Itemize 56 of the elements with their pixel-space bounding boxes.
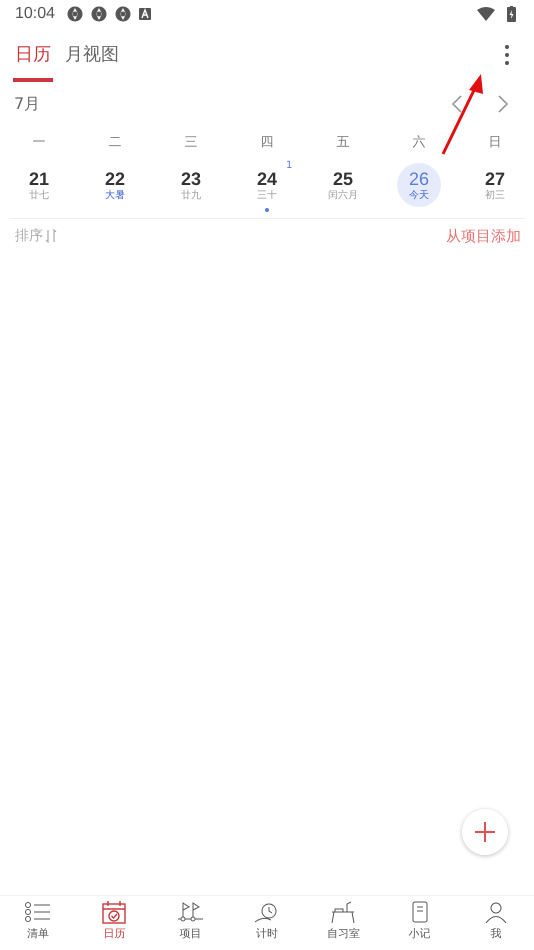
- lunar-date: 初三: [485, 188, 505, 202]
- weekday-label: 五: [336, 134, 350, 151]
- day-cell[interactable]: 21 廿七: [17, 163, 61, 207]
- lunar-date: 大暑: [105, 188, 125, 202]
- day-number: 27: [484, 168, 506, 188]
- weekday-label: 日: [488, 134, 502, 151]
- weekday-label: 三: [184, 134, 198, 151]
- nav-item[interactable]: 日历: [76, 896, 153, 950]
- add-button[interactable]: [462, 809, 508, 855]
- status-time: 10:04: [15, 5, 56, 23]
- notification-icon: [115, 6, 132, 22]
- battery-icon: [507, 6, 516, 22]
- day-cell[interactable]: 23 廿九: [169, 163, 213, 207]
- nav-item[interactable]: 计时: [228, 896, 306, 950]
- tab[interactable]: 日历: [13, 38, 53, 82]
- nav-item[interactable]: 小记: [381, 896, 458, 950]
- day-cell[interactable]: 26 今天: [397, 163, 441, 207]
- nav-item[interactable]: 自习室: [305, 896, 382, 950]
- month-label: 7月: [14, 94, 40, 114]
- day-number: 24: [256, 168, 278, 188]
- calendar-icon: [100, 900, 128, 924]
- wifi-icon: [477, 7, 495, 21]
- notification-icon: [67, 6, 84, 22]
- lunar-date: 三十: [257, 188, 277, 202]
- next-icon[interactable]: [498, 95, 508, 113]
- weekday-label: 六: [412, 134, 426, 151]
- lunar-date: 今天: [409, 188, 429, 202]
- day-number: 22: [104, 168, 126, 188]
- nav-item[interactable]: 清单: [0, 896, 76, 950]
- lunar-date: 廿七: [29, 188, 49, 202]
- weekday-label: 四: [260, 134, 274, 151]
- nav-item[interactable]: 我: [458, 896, 534, 950]
- nav-item[interactable]: 项目: [152, 896, 229, 950]
- day-cell[interactable]: 22 大暑: [93, 163, 137, 207]
- day-number: 21: [28, 168, 50, 188]
- notification-icon: [91, 6, 108, 22]
- list-icon: [24, 900, 52, 924]
- tab[interactable]: 月视图: [63, 38, 121, 82]
- font-icon: [139, 8, 152, 20]
- plus-icon: [475, 822, 495, 842]
- day-number: 26: [408, 168, 430, 188]
- more-menu-icon[interactable]: [504, 44, 510, 66]
- lunar-date: 闰六月: [328, 188, 358, 202]
- flags-icon: [176, 900, 205, 924]
- sort-icon: [45, 229, 57, 243]
- day-number: 23: [180, 168, 202, 188]
- day-cell[interactable]: 25 闰六月: [321, 163, 365, 207]
- weekday-label: 一: [32, 134, 46, 151]
- weekday-label: 二: [108, 134, 122, 151]
- sort-label: 排序: [15, 227, 43, 245]
- event-count: 1: [286, 160, 292, 171]
- desk-icon: [329, 900, 358, 924]
- day-number: 25: [332, 168, 354, 188]
- lunar-date: 廿九: [181, 188, 201, 202]
- day-cell[interactable]: 27 初三: [473, 163, 517, 207]
- previous-icon[interactable]: [452, 95, 462, 113]
